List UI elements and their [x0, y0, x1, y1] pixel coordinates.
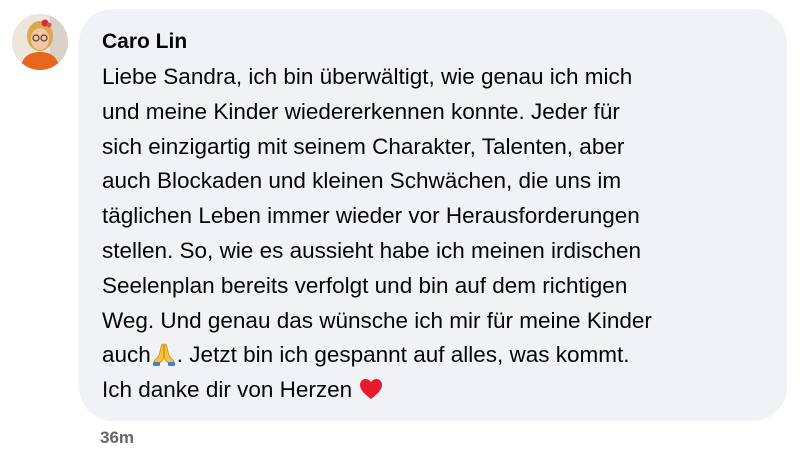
- folded-hands-icon: [151, 341, 177, 367]
- comment-text: Liebe Sandra, ich bin überwältigt, wie g…: [102, 60, 767, 408]
- comment-line-part: Ich danke dir von Herzen: [102, 377, 359, 403]
- comment-line: und meine Kinder wiedererkennen konnte. …: [102, 98, 620, 124]
- timestamp[interactable]: 36m: [100, 427, 134, 449]
- comment-line: Ich danke dir von Herzen: [102, 373, 767, 408]
- red-heart-icon: [358, 376, 384, 402]
- comment: Caro Lin Liebe Sandra, ich bin überwälti…: [0, 0, 800, 457]
- comment-line: sich einzigartig mit seinem Charakter, T…: [102, 133, 625, 159]
- comment-line: Liebe Sandra, ich bin überwältigt, wie g…: [102, 64, 633, 89]
- comment-line: auch . Jetzt bin ich gespannt auf alles, …: [102, 338, 767, 373]
- comment-line: stellen. So, wie es aussieht habe ich me…: [102, 237, 642, 263]
- comment-line-part: . Jetzt bin ich gespannt auf alles, was …: [176, 342, 630, 368]
- author-name[interactable]: Caro Lin: [102, 29, 767, 55]
- comment-line-part: auch: [102, 342, 151, 368]
- comment-bubble: Caro Lin Liebe Sandra, ich bin überwälti…: [79, 9, 787, 421]
- avatar[interactable]: [12, 14, 68, 70]
- comment-line: auch Blockaden und kleinen Schwächen, di…: [102, 168, 622, 194]
- comment-line: Weg. Und genau das wünsche ich mir für m…: [102, 307, 652, 333]
- comment-line: täglichen Leben immer wieder vor Herausf…: [102, 203, 640, 229]
- comment-line: Seelenplan bereits verfolgt und bin auf …: [102, 272, 628, 298]
- profile-photo-icon: [12, 14, 68, 70]
